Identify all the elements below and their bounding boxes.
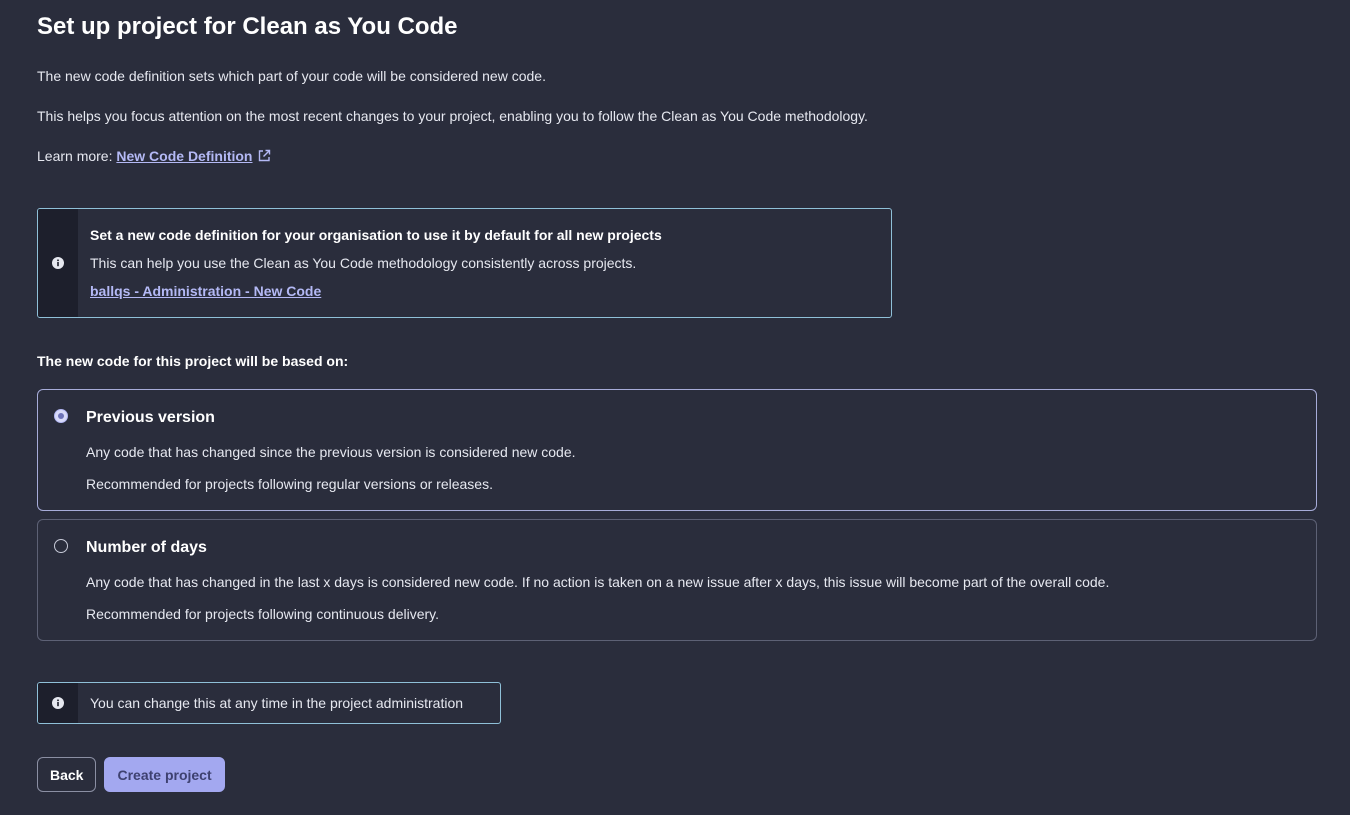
option-recommendation: Recommended for projects following conti…	[86, 606, 440, 622]
new-code-definition-link-label: New Code Definition	[116, 148, 253, 164]
change-anytime-notice: You can change this at any time in the p…	[37, 682, 501, 724]
option-title: Previous version	[86, 409, 215, 426]
org-new-code-notice: Set a new code definition for your organ…	[37, 208, 892, 318]
option-recommendation: Recommended for projects following regul…	[86, 476, 493, 492]
org-admin-new-code-link[interactable]: ballqs - Administration - New Code	[90, 283, 321, 299]
option-description: Any code that has changed since the prev…	[86, 444, 576, 460]
option-number-of-days[interactable]: Number of days Any code that has changed…	[37, 519, 1317, 641]
create-project-button[interactable]: Create project	[104, 757, 225, 792]
page: Set up project for Clean as You Code The…	[0, 0, 1350, 815]
external-link-icon	[258, 149, 270, 162]
change-notice-text: You can change this at any time in the p…	[90, 695, 464, 711]
change-notice-body: You can change this at any time in the p…	[78, 683, 475, 723]
option-description: Any code that has changed in the last x …	[86, 574, 1110, 590]
learn-more-prefix: Learn more:	[37, 148, 117, 164]
radio-previous-version[interactable]	[54, 409, 68, 423]
option-title: Number of days	[86, 539, 207, 556]
org-notice-title: Set a new code definition for your organ…	[90, 227, 662, 243]
page-title: Set up project for Clean as You Code	[37, 13, 458, 40]
action-buttons: Back Create project	[37, 757, 1314, 792]
options-heading: The new code for this project will be ba…	[37, 353, 349, 369]
back-button[interactable]: Back	[37, 757, 97, 792]
info-icon	[52, 697, 64, 709]
option-previous-version[interactable]: Previous version Any code that has chang…	[37, 389, 1317, 511]
radio-number-of-days[interactable]	[54, 539, 68, 553]
intro-line-2: This helps you focus attention on the mo…	[37, 108, 868, 124]
org-notice-text: This can help you use the Clean as You C…	[90, 255, 637, 271]
info-side	[38, 209, 78, 317]
learn-more: Learn more: New Code Definition	[37, 146, 1314, 166]
info-icon	[52, 257, 64, 269]
intro-line-1: The new code definition sets which part …	[37, 68, 546, 84]
org-notice-body: Set a new code definition for your organ…	[78, 209, 674, 317]
new-code-definition-link[interactable]: New Code Definition	[116, 148, 270, 164]
info-side	[38, 683, 78, 723]
